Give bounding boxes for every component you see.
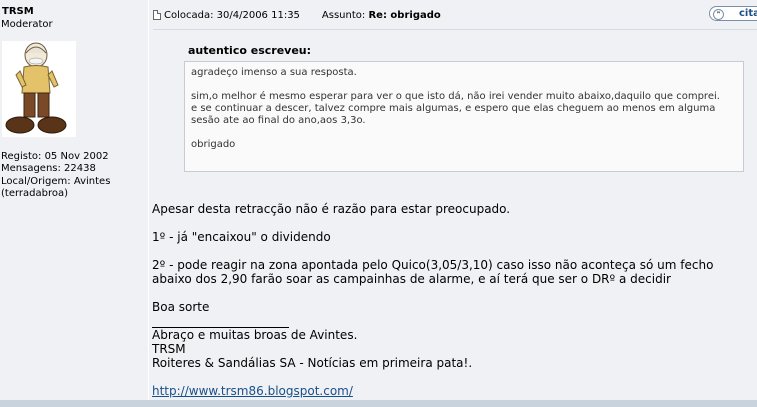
row-divider [0,400,757,407]
author-registered: Registo: 05 Nov 2002 [1,151,109,162]
author-username[interactable]: TRSM [2,6,34,17]
author-avatar [2,41,76,137]
author-profile-info: Registo: 05 Nov 2002 Mensagens: 22438 Lo… [1,151,110,200]
quote-icon: ❞ [713,9,724,20]
post-icon [153,10,161,20]
post-subject: Re: obrigado [368,10,441,21]
quote-button-label: cita [739,8,757,19]
quote-line: obrigado [191,139,236,150]
author-post-count: Mensagens: 22438 [1,163,96,175]
post-header-divider [153,29,757,30]
post-date: Colocada: 30/4/2006 11:35 [164,10,300,21]
quote-button[interactable]: ❞ cita [709,6,757,21]
body-paragraph: 2º - pode reagir na zona apontada pelo Q… [152,258,714,286]
post-body: Apesar desta retracção não é razão para … [152,202,752,314]
body-paragraph: Apesar desta retracção não é razão para … [152,202,511,216]
quote-header: autentico escreveu: [188,44,312,57]
signature-link[interactable]: http://www.trsm86.blogspot.com/ [152,384,353,398]
avatar-old-man-image [5,42,67,134]
signature-line: Abraço e muitas broas de Avintes. [152,328,358,342]
post-meta: Colocada: 30/4/2006 11:35 Assunto: Re: ob… [164,10,441,21]
author-rank: Moderator [1,19,53,30]
signature: Abraço e muitas broas de Avintes. TRSM R… [152,328,472,370]
quote-line: sim,o melhor é mesmo esperar para ver o … [191,91,720,102]
quote-block: agradeço imenso a sua resposta. sim,o me… [184,61,744,172]
author-location: Local/Origem: Avintes [1,175,111,187]
signature-line: TRSM [152,342,186,356]
signature-line: Roiteres & Sandálias SA - Notícias em pr… [152,356,473,370]
quote-line: e se continuar a descer, talvez compre m… [191,103,716,126]
body-paragraph: 1º - já "encaixou" o dividendo [152,230,331,244]
author-location-detail: (terradabroa) [1,187,69,199]
body-paragraph: Boa sorte [152,300,210,314]
subject-label: Assunto: [321,10,366,21]
quote-line: agradeço imenso a sua resposta. [191,67,357,78]
